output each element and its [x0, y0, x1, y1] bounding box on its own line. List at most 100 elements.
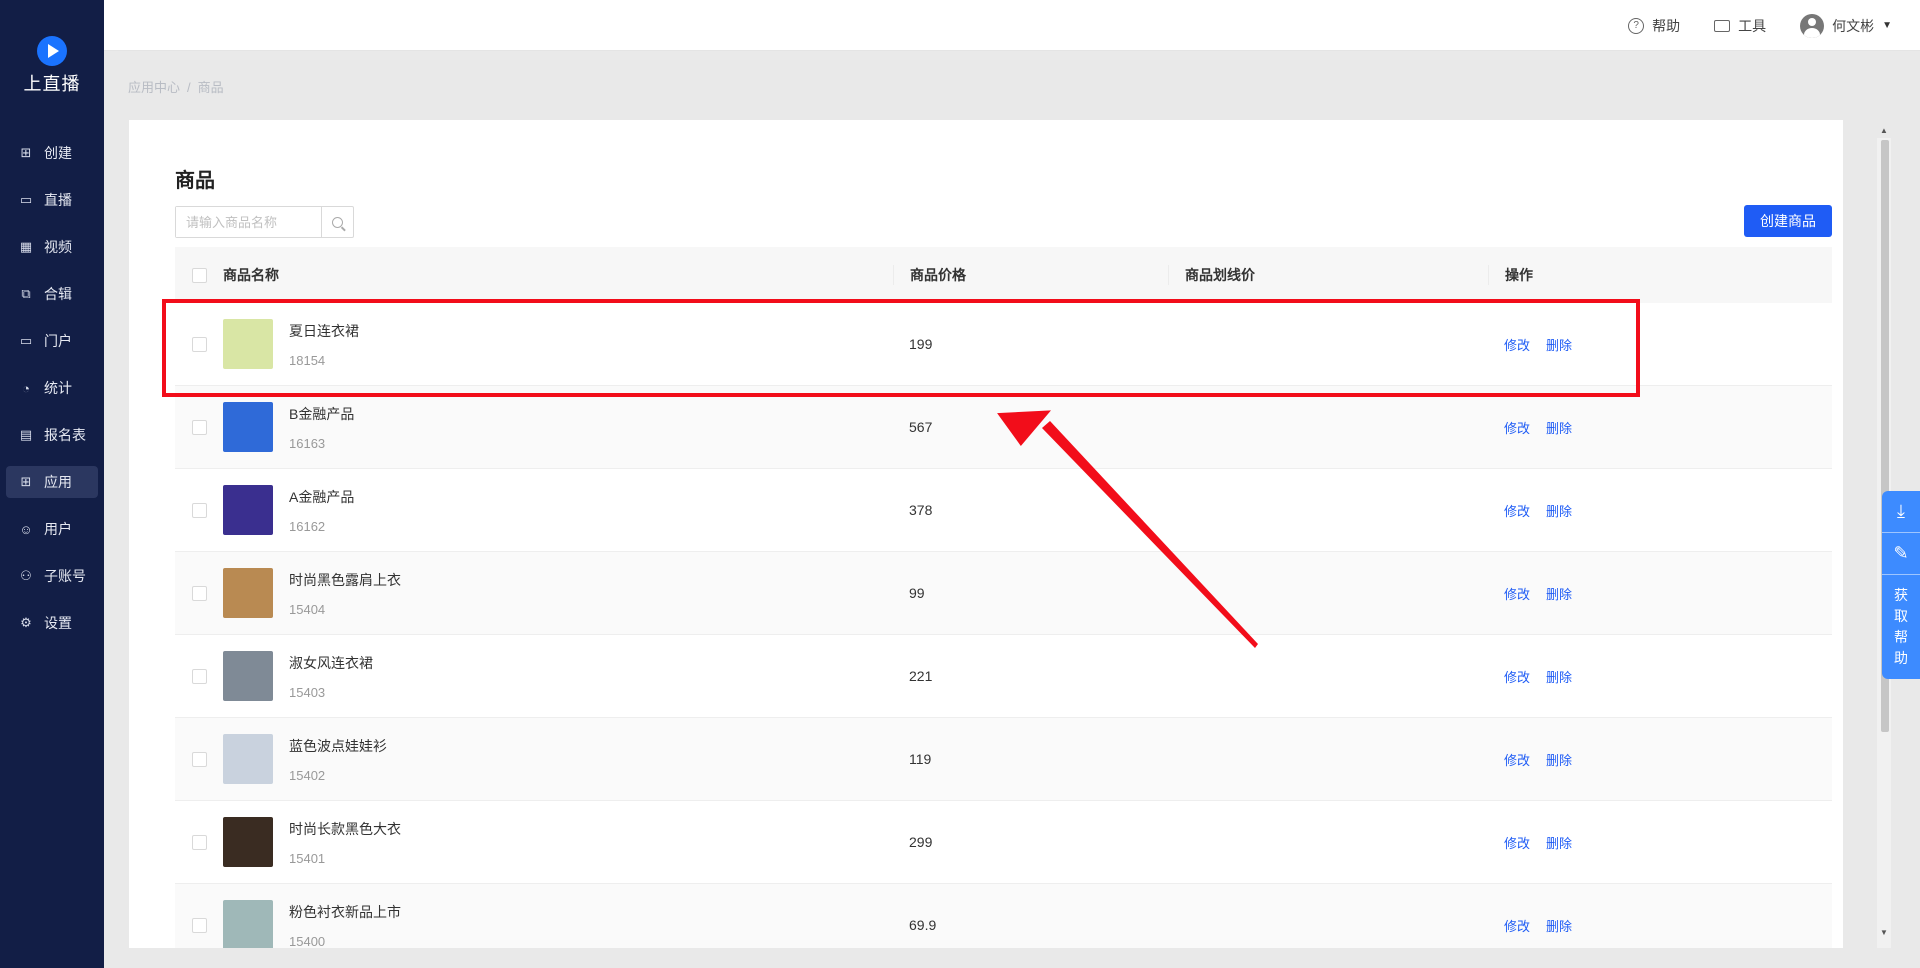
page-title: 商品 [175, 170, 215, 192]
delete-link[interactable]: 删除 [1546, 338, 1572, 353]
product-id: 15403 [289, 684, 326, 700]
user-menu[interactable]: 何文彬 ▼ [1800, 13, 1892, 38]
help-label: 帮助 [1652, 17, 1681, 34]
logo-text: 上直播 [23, 74, 81, 94]
sidebar-item-label: 创建 [44, 145, 72, 161]
column-header-name: 商品名称 [223, 267, 279, 283]
sidebar-item-label: 报名表 [44, 427, 86, 443]
edit-link[interactable]: 修改 [1504, 338, 1530, 353]
sidebar-item-9[interactable]: ⚇ 子账号 [6, 560, 98, 592]
product-thumbnail [223, 568, 273, 618]
sidebar-item-4[interactable]: ▭ 门户 [6, 325, 98, 357]
user-name: 何文彬 [1832, 17, 1875, 34]
logo[interactable]: 上直播 [0, 36, 104, 96]
column-header-strike-price: 商品划线价 [1168, 265, 1488, 285]
sidebar-item-10[interactable]: ⚙ 设置 [6, 607, 98, 639]
avatar [1800, 13, 1825, 38]
row-checkbox[interactable] [191, 834, 207, 850]
product-table: 商品名称 商品价格 商品划线价 操作 夏日连衣裙 18154 199 修改 删除 B金融产… [175, 247, 1832, 948]
product-price: 567 [909, 419, 933, 435]
scroll-up-icon[interactable]: ▲ [1880, 126, 1888, 135]
edit-link[interactable]: 修改 [1504, 753, 1530, 768]
product-name: 时尚长款黑色大衣 [289, 820, 401, 837]
delete-link[interactable]: 删除 [1546, 421, 1572, 436]
breadcrumb-parent[interactable]: 应用中心 [128, 80, 180, 95]
product-name: 蓝色波点娃娃衫 [289, 737, 387, 754]
delete-link[interactable]: 删除 [1546, 753, 1572, 768]
table-row: 粉色衬衣新品上市 15400 69.9 修改 删除 [175, 884, 1832, 948]
table-header: 商品名称 商品价格 商品划线价 操作 [175, 247, 1832, 303]
sidebar-item-label: 应用 [44, 474, 72, 490]
plus-square-icon: ⊞ [20, 145, 32, 160]
edit-link[interactable]: 修改 [1504, 670, 1530, 685]
video-camera-icon: ▭ [19, 192, 33, 207]
toolbox-icon [1714, 19, 1731, 32]
logo-icon [37, 36, 67, 66]
delete-link[interactable]: 删除 [1546, 919, 1572, 934]
film-icon: ▦ [19, 239, 33, 254]
product-name: 淑女风连衣裙 [289, 654, 373, 671]
sidebar-item-0[interactable]: ⊞ 创建 [6, 137, 98, 169]
product-name: 夏日连衣裙 [289, 322, 359, 339]
delete-link[interactable]: 删除 [1546, 587, 1572, 602]
sidebar-item-label: 设置 [44, 615, 72, 631]
sidebar-nav: ⊞ 创建 ▭ 直播 ▦ 视频 ⧉ 合辑 ▭ 门户 ◔ 统计 ▤ 报名表 ⊞ 应用 ☺ 用户 ⚇ 子账号 ⚙ 设置 [0, 137, 104, 654]
collection-icon: ⧉ [21, 286, 31, 301]
product-price: 119 [909, 751, 932, 767]
sidebar-item-label: 用户 [44, 521, 72, 537]
product-price: 199 [909, 336, 933, 352]
product-thumbnail [223, 319, 273, 369]
document-icon: ✎ [1893, 543, 1909, 563]
sidebar-item-3[interactable]: ⧉ 合辑 [6, 278, 98, 310]
search-button[interactable] [321, 207, 353, 237]
pie-chart-icon: ◔ [22, 380, 30, 396]
scroll-down-icon[interactable]: ▼ [1880, 928, 1888, 937]
breadcrumb-current: 商品 [197, 80, 224, 95]
sidebar-item-1[interactable]: ▭ 直播 [6, 184, 98, 216]
sidebar-item-2[interactable]: ▦ 视频 [6, 231, 98, 263]
sidebar-item-8[interactable]: ☺ 用户 [6, 513, 98, 545]
sub-account-icon: ⚇ [20, 568, 32, 583]
question-icon: ? [1628, 17, 1645, 34]
row-checkbox[interactable] [191, 336, 207, 352]
product-thumbnail [223, 402, 273, 452]
download-button[interactable]: ⤓ [1882, 491, 1920, 533]
product-thumbnail [223, 734, 273, 784]
delete-link[interactable]: 删除 [1546, 504, 1572, 519]
edit-link[interactable]: 修改 [1504, 919, 1530, 934]
edit-link[interactable]: 修改 [1504, 836, 1530, 851]
product-price: 299 [909, 834, 933, 850]
edit-link[interactable]: 修改 [1504, 587, 1530, 602]
tools-link[interactable]: 工具 [1714, 16, 1766, 36]
content-card: 商品 创建商品 商品名称 商品价格 商品划线价 操作 夏日连衣裙 18154 199… [129, 120, 1843, 948]
select-all-checkbox[interactable] [191, 267, 207, 283]
product-id: 15402 [289, 767, 326, 783]
row-checkbox[interactable] [191, 751, 207, 767]
row-checkbox[interactable] [191, 917, 207, 933]
row-checkbox[interactable] [191, 668, 207, 684]
breadcrumb-separator: / [187, 80, 191, 95]
row-checkbox[interactable] [191, 585, 207, 601]
table-row: 淑女风连衣裙 15403 221 修改 删除 [175, 635, 1832, 718]
edit-link[interactable]: 修改 [1504, 504, 1530, 519]
sidebar-item-7[interactable]: ⊞ 应用 [6, 466, 98, 498]
edit-link[interactable]: 修改 [1504, 421, 1530, 436]
top-bar: ? 帮助 工具 何文彬 ▼ [104, 0, 1920, 51]
delete-link[interactable]: 删除 [1546, 836, 1572, 851]
create-product-button[interactable]: 创建商品 [1744, 205, 1832, 237]
sidebar-item-label: 直播 [44, 192, 72, 208]
get-help-button[interactable]: 获取帮助 [1894, 585, 1908, 669]
product-price: 221 [909, 668, 933, 684]
caret-down-icon: ▼ [1882, 20, 1892, 31]
sidebar-item-6[interactable]: ▤ 报名表 [6, 419, 98, 451]
search-input[interactable] [176, 207, 321, 237]
sidebar-item-label: 统计 [44, 380, 72, 396]
help-link[interactable]: ? 帮助 [1628, 16, 1680, 36]
sidebar-item-5[interactable]: ◔ 统计 [6, 372, 98, 404]
notes-button[interactable]: ✎ [1882, 533, 1920, 575]
row-checkbox[interactable] [191, 502, 207, 518]
product-thumbnail [223, 485, 273, 535]
row-checkbox[interactable] [191, 419, 207, 435]
delete-link[interactable]: 删除 [1546, 670, 1572, 685]
table-row: 蓝色波点娃娃衫 15402 119 修改 删除 [175, 718, 1832, 801]
